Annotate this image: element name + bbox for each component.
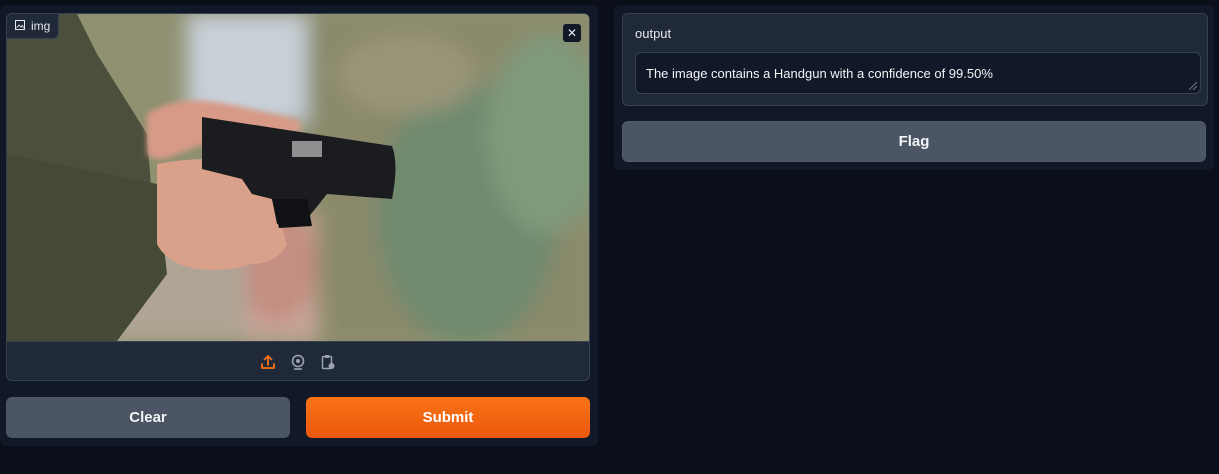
image-label: img — [7, 14, 60, 39]
image-label-text: img — [31, 19, 51, 33]
clear-button[interactable]: Clear — [6, 397, 290, 438]
image-icon — [15, 19, 25, 33]
image-input[interactable]: img ✕ — [6, 13, 590, 381]
output-text: The image contains a Handgun with a conf… — [646, 65, 993, 81]
source-selector — [7, 341, 589, 380]
remove-image-button[interactable]: ✕ — [563, 24, 581, 42]
output-label: output — [635, 26, 672, 41]
output-panel: output The image contains a Handgun with… — [614, 5, 1214, 170]
output-textbox[interactable]: The image contains a Handgun with a conf… — [635, 52, 1201, 94]
flag-button[interactable]: Flag — [622, 121, 1206, 162]
submit-button[interactable]: Submit — [306, 397, 590, 438]
clipboard-icon[interactable] — [320, 354, 336, 370]
output-block: output The image contains a Handgun with… — [622, 13, 1208, 106]
webcam-icon[interactable] — [290, 354, 306, 370]
close-icon: ✕ — [566, 26, 578, 40]
input-panel: img ✕ Clear Submit — [0, 5, 598, 446]
upload-icon[interactable] — [260, 354, 276, 370]
uploaded-image — [7, 14, 589, 341]
resize-grip-icon[interactable] — [1189, 82, 1197, 90]
